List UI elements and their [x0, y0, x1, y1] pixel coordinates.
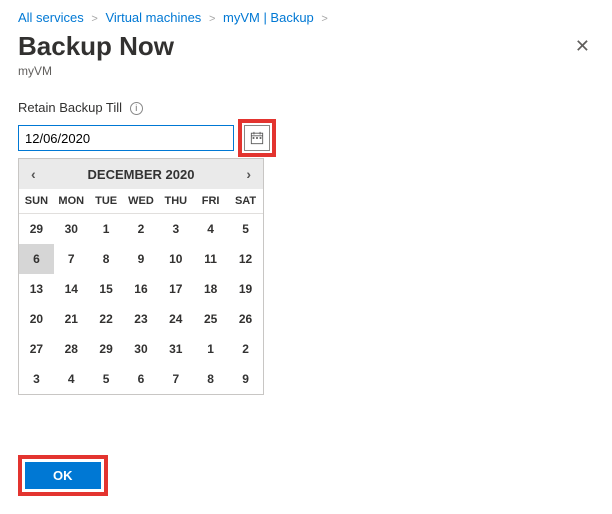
calendar-dow: TUE	[89, 189, 124, 214]
calendar-dow: MON	[54, 189, 89, 214]
calendar-day[interactable]: 19	[228, 274, 263, 304]
calendar-day[interactable]: 28	[54, 334, 89, 364]
calendar-day[interactable]: 22	[89, 304, 124, 334]
calendar-dow: WED	[124, 189, 159, 214]
calendar-dow: SAT	[228, 189, 263, 214]
calendar-day[interactable]: 29	[89, 334, 124, 364]
calendar-day[interactable]: 17	[158, 274, 193, 304]
calendar-day[interactable]: 1	[193, 334, 228, 364]
calendar-day[interactable]: 3	[19, 364, 54, 394]
calendar-day[interactable]: 6	[19, 244, 54, 274]
breadcrumb-item[interactable]: All services	[18, 10, 84, 25]
calendar-day[interactable]: 11	[193, 244, 228, 274]
calendar-day[interactable]: 4	[193, 214, 228, 244]
calendar-day[interactable]: 13	[19, 274, 54, 304]
calendar-day[interactable]: 29	[19, 214, 54, 244]
next-month-button[interactable]: ›	[242, 164, 255, 184]
highlight-box	[238, 119, 276, 157]
calendar-icon	[250, 131, 264, 145]
calendar-day[interactable]: 16	[124, 274, 159, 304]
calendar-day[interactable]: 2	[124, 214, 159, 244]
calendar-day[interactable]: 3	[158, 214, 193, 244]
calendar-day[interactable]: 30	[124, 334, 159, 364]
calendar-day[interactable]: 7	[54, 244, 89, 274]
calendar-day[interactable]: 6	[124, 364, 159, 394]
calendar-dow: SUN	[19, 189, 54, 214]
calendar-month-label: DECEMBER 2020	[88, 167, 195, 182]
calendar-day[interactable]: 14	[54, 274, 89, 304]
chevron-right-icon: >	[209, 13, 215, 25]
calendar-day[interactable]: 21	[54, 304, 89, 334]
calendar-day[interactable]: 8	[89, 244, 124, 274]
calendar-day[interactable]: 1	[89, 214, 124, 244]
calendar-day[interactable]: 9	[124, 244, 159, 274]
page-title: Backup Now	[18, 31, 174, 62]
breadcrumb-item[interactable]: Virtual machines	[105, 10, 201, 25]
breadcrumb-item[interactable]: myVM | Backup	[223, 10, 314, 25]
prev-month-button[interactable]: ‹	[27, 164, 40, 184]
breadcrumb: All services > Virtual machines > myVM |…	[18, 10, 594, 25]
calendar-day[interactable]: 30	[54, 214, 89, 244]
calendar-day[interactable]: 26	[228, 304, 263, 334]
calendar-day[interactable]: 18	[193, 274, 228, 304]
calendar-day[interactable]: 24	[158, 304, 193, 334]
calendar-day[interactable]: 9	[228, 364, 263, 394]
calendar-day[interactable]: 2	[228, 334, 263, 364]
calendar-dow: THU	[158, 189, 193, 214]
calendar-button[interactable]	[244, 125, 270, 151]
calendar-day[interactable]: 5	[89, 364, 124, 394]
calendar-day[interactable]: 23	[124, 304, 159, 334]
chevron-right-icon: >	[321, 13, 327, 25]
calendar-day[interactable]: 12	[228, 244, 263, 274]
calendar-dow: FRI	[193, 189, 228, 214]
calendar-day[interactable]: 25	[193, 304, 228, 334]
calendar-day[interactable]: 31	[158, 334, 193, 364]
retain-label: Retain Backup Till i	[18, 100, 594, 115]
calendar-day[interactable]: 15	[89, 274, 124, 304]
info-icon[interactable]: i	[130, 102, 143, 115]
calendar-day[interactable]: 7	[158, 364, 193, 394]
calendar-grid: SUNMONTUEWEDTHUFRISAT 293012345678910111…	[19, 189, 263, 394]
calendar-day[interactable]: 4	[54, 364, 89, 394]
calendar-day[interactable]: 10	[158, 244, 193, 274]
close-icon[interactable]: ✕	[571, 32, 594, 61]
chevron-right-icon: >	[91, 13, 97, 25]
calendar-day[interactable]: 20	[19, 304, 54, 334]
highlight-box: OK	[18, 455, 108, 496]
ok-button[interactable]: OK	[25, 462, 101, 489]
calendar-day[interactable]: 27	[19, 334, 54, 364]
page-subtitle: myVM	[18, 64, 594, 78]
retain-date-input[interactable]	[18, 125, 234, 151]
calendar-day[interactable]: 8	[193, 364, 228, 394]
calendar-day[interactable]: 5	[228, 214, 263, 244]
calendar-popup: ‹ DECEMBER 2020 › SUNMONTUEWEDTHUFRISAT …	[18, 158, 264, 395]
